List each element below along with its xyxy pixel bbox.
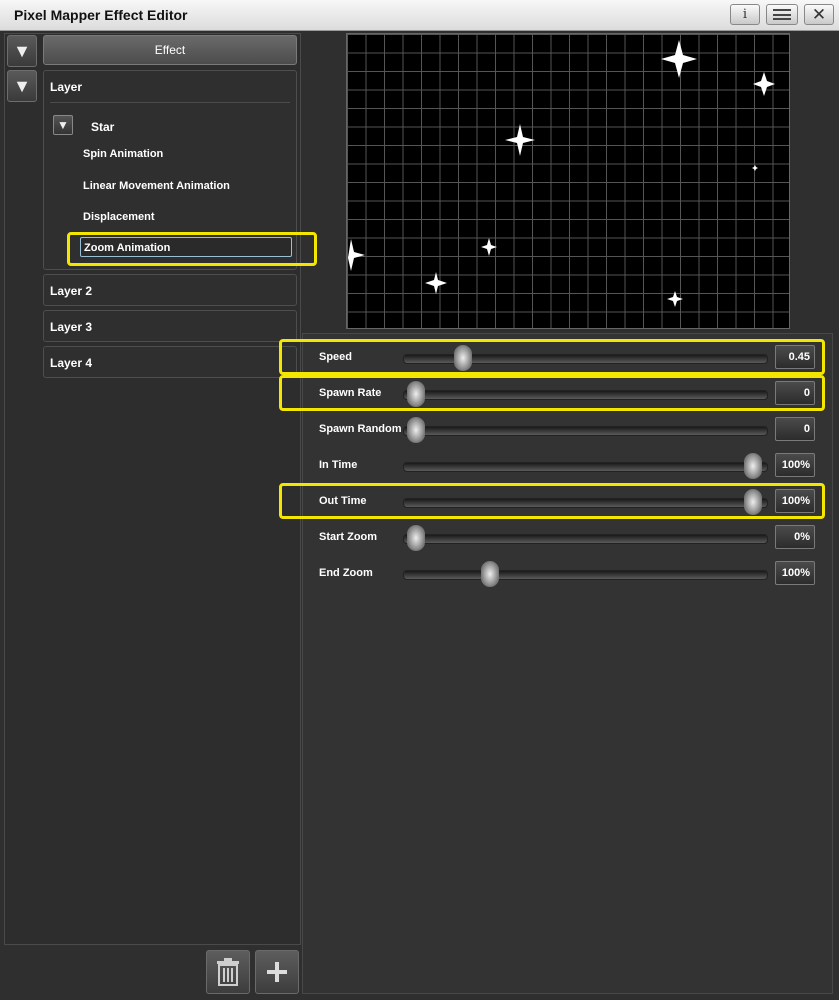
end-zoom-slider-track[interactable]: [403, 570, 768, 580]
slider-row-end-zoom: End Zoom 100%: [303, 557, 834, 593]
triangle-down-icon: ▼: [13, 75, 31, 96]
in-time-slider-track[interactable]: [403, 462, 768, 472]
layer-3-label: Layer 3: [50, 320, 93, 334]
start-zoom-label: Start Zoom: [319, 531, 378, 543]
spawn-random-slider-thumb[interactable]: [407, 417, 425, 443]
info-button[interactable]: i: [730, 4, 760, 25]
star-sparkle: [753, 72, 775, 96]
spawn-random-label: Spawn Random: [319, 423, 402, 435]
window-title: Pixel Mapper Effect Editor: [14, 7, 188, 23]
collapse-effect-button[interactable]: ▼: [7, 35, 37, 67]
title-bar: Pixel Mapper Effect Editor i ✕: [0, 0, 839, 31]
layer-item-3[interactable]: Layer 3: [43, 310, 297, 342]
parameters-panel: Speed 0.45 Spawn Rate 0 Spawn Random 0 I…: [302, 333, 833, 994]
star-sparkle: [425, 272, 447, 294]
star-sparkle: [661, 40, 697, 78]
divider: [50, 102, 290, 103]
plus-icon: [267, 962, 287, 982]
end-zoom-slider-thumb[interactable]: [481, 561, 500, 587]
close-icon: ✕: [811, 4, 827, 24]
effect-button[interactable]: Effect: [43, 35, 297, 65]
layer-item-4[interactable]: Layer 4: [43, 346, 297, 378]
start-zoom-slider-track[interactable]: [403, 534, 768, 544]
add-button[interactable]: [255, 950, 299, 994]
layer-label: Layer: [50, 80, 83, 94]
highlight-spawn-rate: [279, 375, 825, 411]
spawn-random-slider-track[interactable]: [403, 426, 768, 436]
info-icon: i: [742, 7, 748, 22]
star-sparkle: [667, 291, 683, 307]
tree-item-spin-animation[interactable]: Spin Animation: [83, 148, 163, 160]
triangle-down-icon: ▼: [13, 40, 31, 61]
tree-item-star[interactable]: Star: [91, 120, 114, 134]
tree-item-displacement[interactable]: Displacement: [83, 211, 155, 223]
star-sparkle: [348, 239, 365, 271]
slider-row-in-time: In Time 100%: [303, 449, 834, 485]
spawn-random-value[interactable]: 0: [775, 417, 815, 441]
menu-button[interactable]: [766, 4, 798, 25]
layer-item-2[interactable]: Layer 2: [43, 274, 297, 306]
triangle-down-icon: ▼: [57, 118, 69, 132]
collapse-layer-button[interactable]: ▼: [7, 70, 37, 102]
start-zoom-value[interactable]: 0%: [775, 525, 815, 549]
star-collapse-toggle[interactable]: ▼: [53, 115, 73, 135]
highlight-zoom-animation: [67, 232, 317, 266]
menu-icon: [773, 9, 791, 20]
close-button[interactable]: ✕: [804, 4, 834, 25]
highlight-out-time: [279, 483, 825, 519]
highlight-speed: [279, 339, 825, 375]
slider-row-start-zoom: Start Zoom 0%: [303, 521, 834, 557]
tree-item-linear-movement[interactable]: Linear Movement Animation: [83, 180, 230, 192]
trash-icon: [217, 958, 239, 986]
effect-preview: [346, 33, 790, 329]
end-zoom-value[interactable]: 100%: [775, 561, 815, 585]
star-sparkle: [752, 165, 758, 171]
layer-2-label: Layer 2: [50, 284, 93, 298]
star-sparkle: [481, 238, 497, 256]
in-time-value[interactable]: 100%: [775, 453, 815, 477]
effect-label: Effect: [154, 43, 186, 57]
start-zoom-slider-thumb[interactable]: [407, 525, 425, 551]
end-zoom-label: End Zoom: [319, 567, 373, 579]
in-time-label: In Time: [319, 459, 358, 471]
delete-button[interactable]: [206, 950, 250, 994]
in-time-slider-thumb[interactable]: [744, 453, 762, 479]
layer-4-label: Layer 4: [50, 356, 93, 370]
slider-row-spawn-random: Spawn Random 0: [303, 413, 834, 449]
star-sparkle: [505, 124, 535, 156]
